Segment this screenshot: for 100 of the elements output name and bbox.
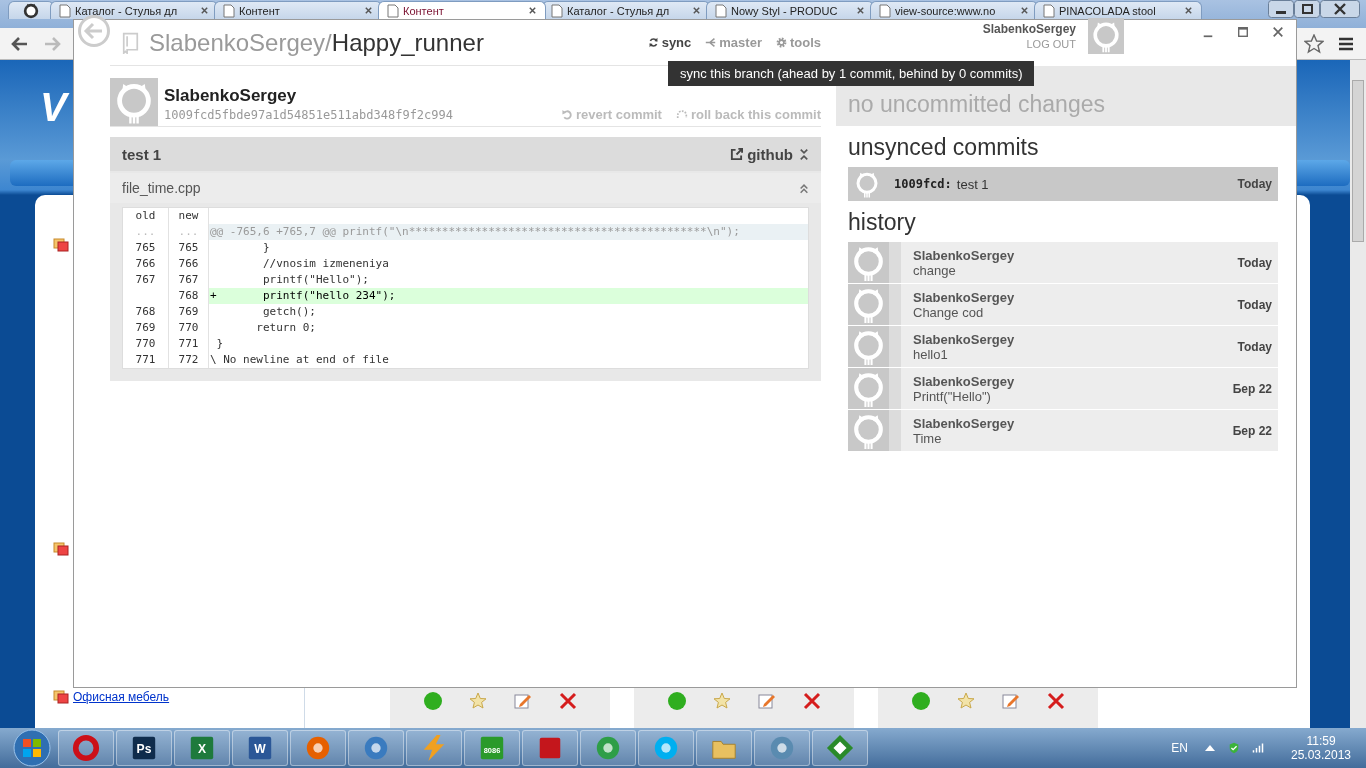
sync-tooltip: sync this branch (ahead by 1 commit, behind by 0 commits) — [668, 61, 1035, 86]
taskbar-button[interactable] — [348, 730, 404, 766]
line-number: 771 — [123, 352, 169, 368]
maximize-icon[interactable] — [1294, 0, 1320, 18]
close-icon[interactable] — [364, 6, 373, 15]
close-icon[interactable] — [1184, 6, 1193, 15]
code-line: \ No newline at end of file — [209, 352, 390, 368]
section-heading: unsynced commits — [848, 134, 1040, 161]
history-row[interactable]: SlabenkoSergey Time Бер 22 — [848, 410, 1278, 451]
star-icon[interactable] — [1304, 33, 1324, 54]
browser-tab[interactable]: Каталог - Стулья дл — [50, 1, 218, 19]
commit-date: Бер 22 — [1232, 381, 1272, 396]
commit-date: Today — [1237, 177, 1272, 191]
shield-icon[interactable] — [1228, 742, 1240, 754]
taskbar-button[interactable]: Ps — [116, 730, 172, 766]
code-line: getch(); — [261, 304, 317, 320]
history-row[interactable]: SlabenkoSergey hello1 Today — [848, 326, 1278, 367]
github-link[interactable]: github — [730, 145, 793, 163]
taskbar-button[interactable] — [580, 730, 636, 766]
unsynced-commit-row[interactable]: 1009fcd: test 1 Today — [848, 167, 1278, 201]
taskbar-button[interactable] — [290, 730, 346, 766]
pencil-icon[interactable] — [512, 691, 533, 711]
close-icon[interactable] — [1020, 6, 1029, 15]
line-number: 771 — [169, 336, 209, 352]
book-icon — [122, 31, 139, 54]
commit-sha: 1009fcd5fbde97a1d54851e511abd348f9f2c994 — [164, 108, 453, 122]
letter-tile-icon: X — [188, 734, 216, 762]
letter-tile-icon: 8086 — [478, 734, 506, 762]
avatar-icon — [848, 284, 889, 325]
history-row[interactable]: SlabenkoSergey change Today — [848, 242, 1278, 283]
code-line: } — [215, 336, 225, 352]
page-icon — [59, 3, 71, 18]
cross-icon[interactable] — [801, 691, 822, 711]
taskbar-button[interactable]: W — [232, 730, 288, 766]
commit-message: Printf("Hello") — [913, 388, 991, 404]
letter-tile-icon: W — [246, 734, 274, 762]
commit-message: test 1 — [956, 176, 989, 192]
branch-icon — [705, 37, 717, 48]
browser-tab[interactable]: Контент — [378, 1, 546, 19]
minimize-icon[interactable] — [1268, 0, 1294, 18]
file-name: file_time.cpp — [122, 180, 201, 196]
avatar-icon — [848, 242, 889, 283]
close-icon[interactable] — [692, 6, 701, 15]
taskbar-button[interactable] — [696, 730, 752, 766]
pencil-icon[interactable] — [756, 691, 777, 711]
signal-icon[interactable] — [1252, 742, 1264, 754]
code-line: printf("Hello"); — [261, 272, 370, 288]
dot-icon[interactable] — [666, 691, 687, 711]
star-icon[interactable] — [467, 691, 488, 711]
taskbar-button[interactable] — [522, 730, 578, 766]
commit-date: Бер 22 — [1232, 423, 1272, 438]
status-text: no uncommitted changes — [848, 91, 1105, 118]
taskbar-button[interactable]: X — [174, 730, 230, 766]
pencil-icon[interactable] — [1000, 691, 1021, 711]
column-header: old — [123, 208, 169, 224]
code-line: } — [261, 240, 271, 256]
avatar-icon — [110, 78, 158, 126]
taskbar-button[interactable] — [754, 730, 810, 766]
dot-icon[interactable] — [422, 691, 443, 711]
folder-icon — [53, 690, 69, 704]
close-icon[interactable] — [1320, 0, 1360, 18]
commit-author: SlabenkoSergey — [913, 415, 1015, 431]
scroll-thumb[interactable] — [1352, 80, 1364, 242]
sync-icon — [647, 37, 659, 48]
undo-icon — [560, 109, 573, 120]
taskbar-button[interactable] — [406, 730, 462, 766]
star-icon[interactable] — [711, 691, 732, 711]
browser-tab[interactable]: PINACOLADA stool — [1034, 1, 1202, 19]
toolbar-link[interactable]: sync — [647, 35, 692, 50]
taskbar-button[interactable]: 8086 — [464, 730, 520, 766]
dot-icon[interactable] — [910, 691, 931, 711]
commit-message: Change cod — [913, 304, 984, 320]
column-header: new — [169, 208, 209, 224]
taskbar-button[interactable] — [638, 730, 694, 766]
close-icon[interactable] — [200, 6, 209, 15]
history-row[interactable]: SlabenkoSergey Change cod Today — [848, 284, 1278, 325]
expand-collapse-icon[interactable] — [799, 147, 809, 161]
scrollbar[interactable] — [1350, 60, 1366, 728]
language-indicator[interactable]: EN — [1171, 741, 1188, 755]
cross-icon[interactable] — [1045, 691, 1066, 711]
cross-icon[interactable] — [557, 691, 578, 711]
star-icon[interactable] — [955, 691, 976, 711]
line-number: 770 — [169, 320, 209, 336]
maximize-icon[interactable] — [1237, 26, 1249, 38]
commit-author: SlabenkoSergey — [164, 86, 298, 106]
commit-author: SlabenkoSergey — [913, 247, 1015, 263]
taskbar-button[interactable] — [58, 730, 114, 766]
history-row[interactable]: SlabenkoSergey Printf("Hello") Бер 22 — [848, 368, 1278, 409]
close-icon[interactable] — [856, 6, 865, 15]
commit-date: Today — [1237, 339, 1272, 354]
line-number: 770 — [123, 336, 169, 352]
back-icon[interactable] — [77, 14, 111, 48]
user-name: SlabenkoSergey — [982, 22, 1076, 36]
category-link[interactable]: Офисная мебель — [73, 690, 170, 704]
commit-date: Today — [1237, 297, 1272, 312]
avatar-icon — [848, 326, 889, 367]
taskbar-button[interactable] — [812, 730, 868, 766]
line-number: 766 — [169, 256, 209, 272]
close-icon[interactable] — [528, 6, 537, 15]
close-icon[interactable] — [1272, 26, 1284, 38]
